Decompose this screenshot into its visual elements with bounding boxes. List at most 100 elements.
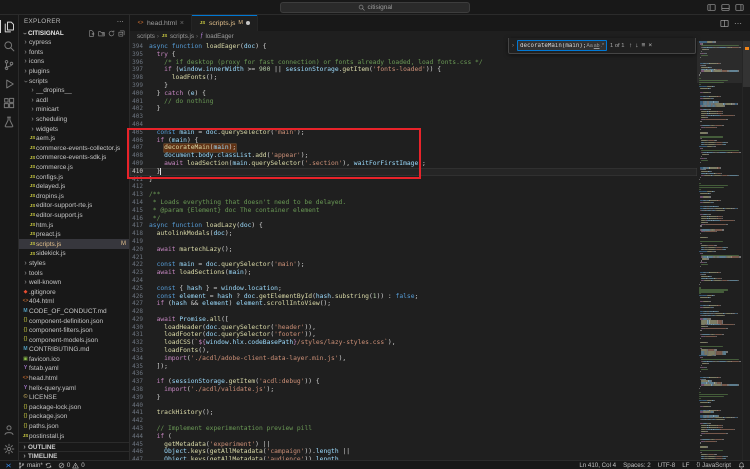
dirty-indicator[interactable] (246, 21, 250, 25)
toggle-replace-icon[interactable]: › (509, 38, 517, 53)
encoding-status[interactable]: UTF-8 (658, 462, 676, 469)
tree-item-package.json[interactable]: {}package.json (19, 412, 129, 422)
code-line-411[interactable]: 411} (130, 176, 697, 184)
code-editor[interactable]: 394async function loadEager(doc) {395 tr… (130, 41, 697, 460)
breadcrumb-scripts.js[interactable]: JSscripts.js (161, 33, 194, 40)
tree-item-icons[interactable]: ›icons (19, 57, 129, 67)
code-line-403[interactable]: 403 (130, 113, 697, 121)
settings-gear-icon[interactable] (0, 439, 19, 458)
tree-item-scripts[interactable]: ›scripts (19, 76, 129, 86)
code-line-434[interactable]: 434 import('./acdl/adobe-client-data-lay… (130, 355, 697, 363)
scrollbar[interactable] (742, 41, 750, 460)
indentation-status[interactable]: Spaces: 2 (623, 462, 651, 469)
breadcrumb-scripts[interactable]: scripts (137, 33, 155, 40)
command-center[interactable]: citisignal (280, 2, 470, 13)
tree-item-commerce.js[interactable]: JScommerce.js (19, 163, 129, 173)
tab-head.html[interactable]: <>head.html× (130, 15, 192, 31)
tree-item-paths.json[interactable]: {}paths.json (19, 422, 129, 432)
remote-indicator[interactable] (5, 462, 12, 469)
code-line-406[interactable]: 406 if (main) { (130, 137, 697, 145)
code-line-414[interactable]: 414 * Loads everything that doesn't need… (130, 199, 697, 207)
tree-item-tools[interactable]: ›tools (19, 268, 129, 278)
previous-match-icon[interactable]: ↑ (629, 42, 632, 49)
code-line-410[interactable]: 410 } (130, 168, 697, 176)
tree-item-__dropins__[interactable]: ›__dropins__ (19, 86, 129, 96)
tree-item-htm.js[interactable]: JShtm.js (19, 220, 129, 230)
tree-item-editor-support-rte.js[interactable]: JSeditor-support-rte.js (19, 201, 129, 211)
tree-item-acdl[interactable]: ›acdl (19, 96, 129, 106)
git-branch-status[interactable]: main* (18, 462, 52, 469)
tree-item-preact.js[interactable]: JSpreact.js (19, 230, 129, 240)
tab-scripts.js[interactable]: JSscripts.jsM (192, 15, 258, 31)
layout-sidebar-left-icon[interactable] (707, 3, 716, 12)
timeline-section[interactable]: ›TIMELINE (19, 451, 129, 460)
code-line-404[interactable]: 404 (130, 121, 697, 129)
code-line-441[interactable]: 441 trackHistory(); (130, 409, 697, 417)
code-line-418[interactable]: 418 autolinkModals(doc); (130, 230, 697, 238)
tree-item-favicon.ico[interactable]: ▣favicon.ico (19, 355, 129, 365)
activity-search[interactable] (0, 36, 19, 55)
tree-item-editor-support.js[interactable]: JSeditor-support.js (19, 211, 129, 221)
minimap[interactable] (697, 41, 742, 460)
tree-item-aem.js[interactable]: JSaem.js (19, 134, 129, 144)
code-line-409[interactable]: 409 await loadSection(main.querySelector… (130, 160, 697, 168)
whole-word-icon[interactable]: ab (594, 43, 600, 49)
code-line-407[interactable]: 407 decorateMain(main); (130, 144, 697, 152)
code-line-440[interactable]: 440 (130, 402, 697, 410)
code-line-413[interactable]: 413/** (130, 191, 697, 199)
tree-item-commerce-events-sdk.js[interactable]: JScommerce-events-sdk.js (19, 153, 129, 163)
outline-section[interactable]: ›OUTLINE (19, 442, 129, 451)
close-find-icon[interactable]: × (648, 42, 652, 49)
code-line-428[interactable]: 428 (130, 308, 697, 316)
code-line-446[interactable]: 446 Object.keys(getAllMetadata('campaign… (130, 448, 697, 456)
tree-item-cypress[interactable]: ›cypress (19, 38, 129, 48)
section-citisignal[interactable]: › CITISIGNAL (19, 28, 129, 38)
activity-testing[interactable] (0, 112, 19, 131)
tree-item-sidekick.js[interactable]: JSsidekick.js (19, 249, 129, 259)
tree-item-scheduling[interactable]: ›scheduling (19, 115, 129, 125)
tree-item-styles[interactable]: ›styles (19, 259, 129, 269)
code-line-397[interactable]: 397 if (window.innerWidth >= 900 || sess… (130, 66, 697, 74)
new-file-icon[interactable] (88, 30, 95, 37)
new-folder-icon[interactable] (98, 30, 105, 37)
editor-more-actions-icon[interactable]: ⋯ (734, 19, 743, 28)
code-line-416[interactable]: 416 */ (130, 215, 697, 223)
code-line-421[interactable]: 421 (130, 254, 697, 262)
code-line-405[interactable]: 405 const main = doc.querySelector('main… (130, 129, 697, 137)
code-line-423[interactable]: 423 await loadSections(main); (130, 269, 697, 277)
code-line-439[interactable]: 439 } (130, 394, 697, 402)
tree-item-package-lock.json[interactable]: {}package-lock.json (19, 403, 129, 413)
tree-item-component-filters.json[interactable]: {}component-filters.json (19, 326, 129, 336)
code-line-424[interactable]: 424 (130, 277, 697, 285)
tree-item-.gitignore[interactable]: ◆.gitignore (19, 287, 129, 297)
code-line-430[interactable]: 430 loadHeader(doc.querySelector('header… (130, 324, 697, 332)
tree-item-dropins.js[interactable]: JSdropins.js (19, 192, 129, 202)
tree-item-helix-query.yaml[interactable]: Yhelix-query.yaml (19, 383, 129, 393)
code-line-396[interactable]: 396 /* if desktop (proxy for fast connec… (130, 59, 697, 67)
notifications-status[interactable] (738, 462, 745, 469)
code-line-401[interactable]: 401 // do nothing (130, 98, 697, 106)
code-line-438[interactable]: 438 import('./acdl/validate.js'); (130, 386, 697, 394)
code-line-436[interactable]: 436 (130, 370, 697, 378)
tree-item-plugins[interactable]: ›plugins (19, 67, 129, 77)
code-line-435[interactable]: 435 ]); (130, 363, 697, 371)
code-line-402[interactable]: 402 } (130, 105, 697, 113)
code-line-412[interactable]: 412 (130, 183, 697, 191)
tree-item-404.html[interactable]: <>404.html (19, 297, 129, 307)
tree-item-scripts.js[interactable]: JSscripts.jsM (19, 239, 129, 249)
code-line-415[interactable]: 415 * @param {Element} doc The container… (130, 207, 697, 215)
tree-item-widgets[interactable]: ›widgets (19, 124, 129, 134)
code-line-443[interactable]: 443 // Implement experimentation preview… (130, 425, 697, 433)
code-line-432[interactable]: 432 loadCSS(`${window.hlx.codeBasePath}/… (130, 339, 697, 347)
eol-status[interactable]: LF (682, 462, 689, 469)
activity-run-debug[interactable] (0, 74, 19, 93)
code-line-400[interactable]: 400 } catch (e) { (130, 90, 697, 98)
tree-item-postinstall.js[interactable]: JSpostinstall.js (19, 431, 129, 441)
layout-sidebar-right-icon[interactable] (735, 3, 744, 12)
code-line-445[interactable]: 445 getMetadata('experiment') || (130, 441, 697, 449)
code-line-419[interactable]: 419 (130, 238, 697, 246)
code-line-420[interactable]: 420 await martechLazy(); (130, 246, 697, 254)
tree-item-commerce-events-collector.js[interactable]: JScommerce-events-collector.js (19, 144, 129, 154)
activity-source-control[interactable] (0, 55, 19, 74)
tree-item-CODE_OF_CONDUCT.md[interactable]: MCODE_OF_CONDUCT.md (19, 307, 129, 317)
